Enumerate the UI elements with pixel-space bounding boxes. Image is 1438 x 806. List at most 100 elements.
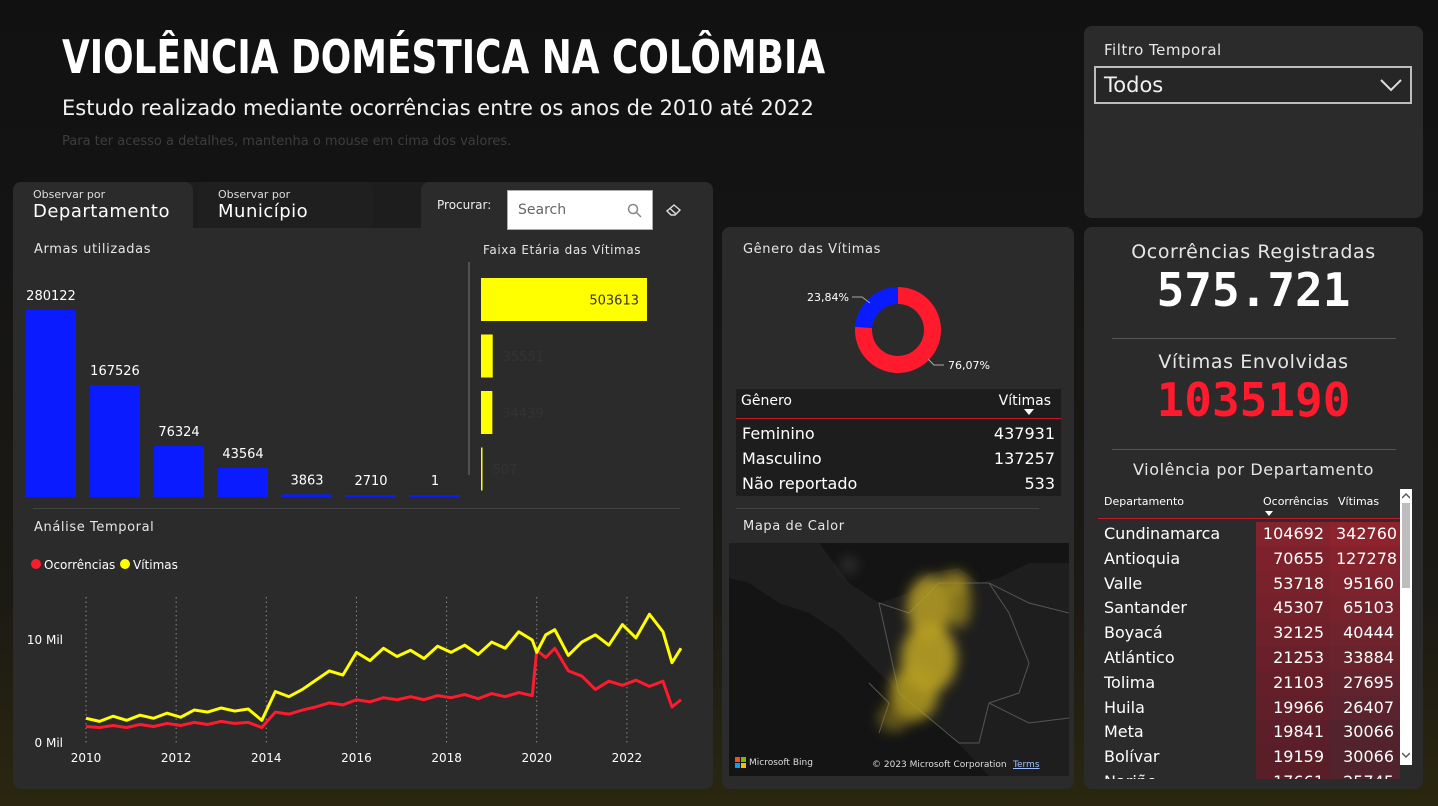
series-line[interactable] — [85, 612, 683, 723]
occ-col-header[interactable]: Ocorrências — [1263, 495, 1328, 508]
tab-departamento[interactable]: Observar por Departamento — [13, 182, 193, 228]
dept-vic-cell: 26407 — [1330, 695, 1400, 721]
weapons-bar-chart: 280122 167526 76324 43564 3863 2710 1 — [26, 289, 460, 497]
dept-table-title: Violência por Departamento — [1132, 460, 1374, 479]
dept-table-row[interactable]: Atlántico 21253 33884 — [1098, 645, 1400, 671]
x-tick-label: 2018 — [431, 751, 462, 765]
eraser-icon[interactable] — [666, 204, 682, 216]
temporal-chart-title: Análise Temporal — [34, 520, 155, 535]
time-filter-dropdown[interactable]: Todos — [1094, 66, 1412, 104]
weapons-bar[interactable] — [26, 310, 76, 497]
weapons-bar[interactable] — [346, 495, 396, 497]
victims-cell: 137257 — [993, 449, 1055, 468]
gender-table-row[interactable]: Feminino 437931 — [736, 421, 1061, 446]
time-filter-value: Todos — [1104, 73, 1164, 97]
heat-map[interactable]: Microsoft Bing © 2023 Microsoft Corporat… — [729, 543, 1069, 776]
map-canvas — [729, 543, 1069, 776]
gender-slice-blue[interactable] — [855, 287, 898, 329]
legend-marker — [31, 559, 41, 569]
filter-panel: Filtro Temporal Todos — [1084, 26, 1423, 218]
victims-kpi-label: Vítimas Envolvidas — [1158, 351, 1349, 373]
dept-name-cell: Tolima — [1104, 672, 1156, 692]
dept-table-header: Departamento Ocorrências Vítimas — [1098, 489, 1400, 519]
weapons-bar[interactable] — [218, 467, 268, 497]
gender-col-header[interactable]: Gênero — [741, 393, 792, 409]
dept-table-row[interactable]: Valle 53718 95160 — [1098, 571, 1400, 597]
scroll-up-icon[interactable] — [1402, 493, 1410, 499]
sort-desc-icon — [1265, 511, 1273, 516]
dept-col-header[interactable]: Departamento — [1104, 495, 1184, 508]
microsoft-icon — [735, 757, 746, 768]
search-input[interactable]: Search — [507, 190, 653, 230]
dept-table-row[interactable]: Meta 19841 30066 — [1098, 720, 1400, 746]
legend-label: Ocorrências — [44, 558, 115, 572]
tab-municipio-small: Observar por — [218, 188, 291, 201]
age-bar-label: 503613 — [589, 294, 639, 309]
dept-scrollbar[interactable] — [1400, 489, 1412, 765]
divider — [1112, 449, 1396, 450]
divider — [1112, 338, 1396, 339]
dept-name-cell: Antioquia — [1104, 548, 1181, 568]
age-bar[interactable] — [481, 447, 483, 491]
dept-table-row[interactable]: Antioquia 70655 127278 — [1098, 546, 1400, 572]
dept-vic-cell: 40444 — [1330, 621, 1400, 646]
dept-table-row[interactable]: Huila 19966 26407 — [1098, 695, 1400, 721]
vic-col-header[interactable]: Vítimas — [1338, 495, 1379, 508]
y-tick-label: 10 Mil — [27, 633, 63, 647]
weapons-chart-title: Armas utilizadas — [34, 242, 152, 257]
dept-occ-cell: 21253 — [1256, 645, 1330, 671]
dept-occ-cell: 19159 — [1256, 745, 1330, 770]
middle-panel: Gênero das Vítimas 23,84% 76,07% Gênero V… — [722, 227, 1074, 789]
dept-occ-cell: 45307 — [1256, 596, 1330, 622]
dept-name-cell: Nariño — [1098, 770, 1256, 779]
bing-logo: Microsoft Bing — [735, 757, 813, 768]
age-bar-label: 34439 — [502, 407, 543, 422]
dept-vic-cell: 25745 — [1330, 769, 1400, 779]
gender-table-row[interactable]: Não reportado 533 — [736, 471, 1061, 496]
map-terms-link[interactable]: Terms — [1013, 760, 1040, 770]
weapons-bar-label: 43564 — [222, 447, 263, 462]
dept-vic-cell: 33884 — [1330, 645, 1400, 671]
victims-cell: 437931 — [993, 424, 1055, 443]
weapons-bar[interactable] — [90, 385, 140, 497]
page-subtitle: Estudo realizado mediante ocorrências en… — [62, 96, 814, 120]
dept-table-row[interactable]: Santander 45307 65103 — [1098, 596, 1400, 622]
search-placeholder: Search — [518, 202, 567, 218]
scroll-down-icon[interactable] — [1402, 752, 1410, 758]
weapons-bar[interactable] — [410, 495, 460, 497]
gender-table-body: Feminino 437931 Masculino 137257 Não reporta… — [736, 421, 1061, 496]
victims-cell: 533 — [1024, 474, 1055, 493]
divider — [33, 508, 680, 509]
x-tick-label: 2012 — [161, 751, 192, 765]
search-label: Procurar: — [437, 198, 492, 212]
x-tick-label: 2014 — [251, 751, 282, 765]
scrollbar-thumb[interactable] — [1402, 503, 1410, 588]
dept-table-row[interactable]: Tolima 21103 27695 — [1098, 670, 1400, 696]
dept-table-row[interactable]: Boyacá 32125 40444 — [1098, 621, 1400, 646]
dept-vic-cell: 65103 — [1330, 596, 1400, 622]
dept-occ-cell: 21103 — [1256, 670, 1330, 696]
dept-table-row[interactable]: Cundinamarca 104692 342760 — [1098, 522, 1400, 547]
gender-table-header: Gênero Vítimas — [736, 389, 1061, 419]
victims-col-header[interactable]: Vítimas — [999, 393, 1051, 409]
gender-table-row[interactable]: Masculino 137257 — [736, 446, 1061, 471]
weapons-bar-label: 1 — [431, 474, 439, 489]
dept-table-row[interactable]: Bolívar 19159 30066 — [1098, 745, 1400, 770]
weapons-bar[interactable] — [282, 494, 332, 497]
weapons-bar[interactable] — [154, 446, 204, 497]
hover-hint: Para ter acesso a detalhes, mantenha o m… — [62, 134, 512, 149]
gender-cell: Feminino — [742, 424, 815, 443]
dept-table-row[interactable]: Nariño1766125745 — [1098, 769, 1400, 779]
legend-marker — [120, 559, 130, 569]
age-bar[interactable] — [481, 391, 493, 434]
tab-municipio[interactable]: Observar por Município — [198, 182, 373, 228]
age-bar[interactable] — [481, 334, 493, 378]
dept-name-cell: Santander — [1104, 598, 1187, 618]
age-bar-label: 507 — [493, 463, 518, 478]
dept-name-cell: Boyacá — [1104, 623, 1163, 643]
age-bar-chart: 503613 35551 34439 507 — [468, 262, 647, 491]
dept-occ-cell: 19841 — [1256, 720, 1330, 746]
dept-vic-cell: 127278 — [1330, 546, 1400, 572]
occurrences-kpi-value: 575.721 — [1156, 263, 1351, 317]
search-area: Procurar: Search — [421, 182, 713, 230]
